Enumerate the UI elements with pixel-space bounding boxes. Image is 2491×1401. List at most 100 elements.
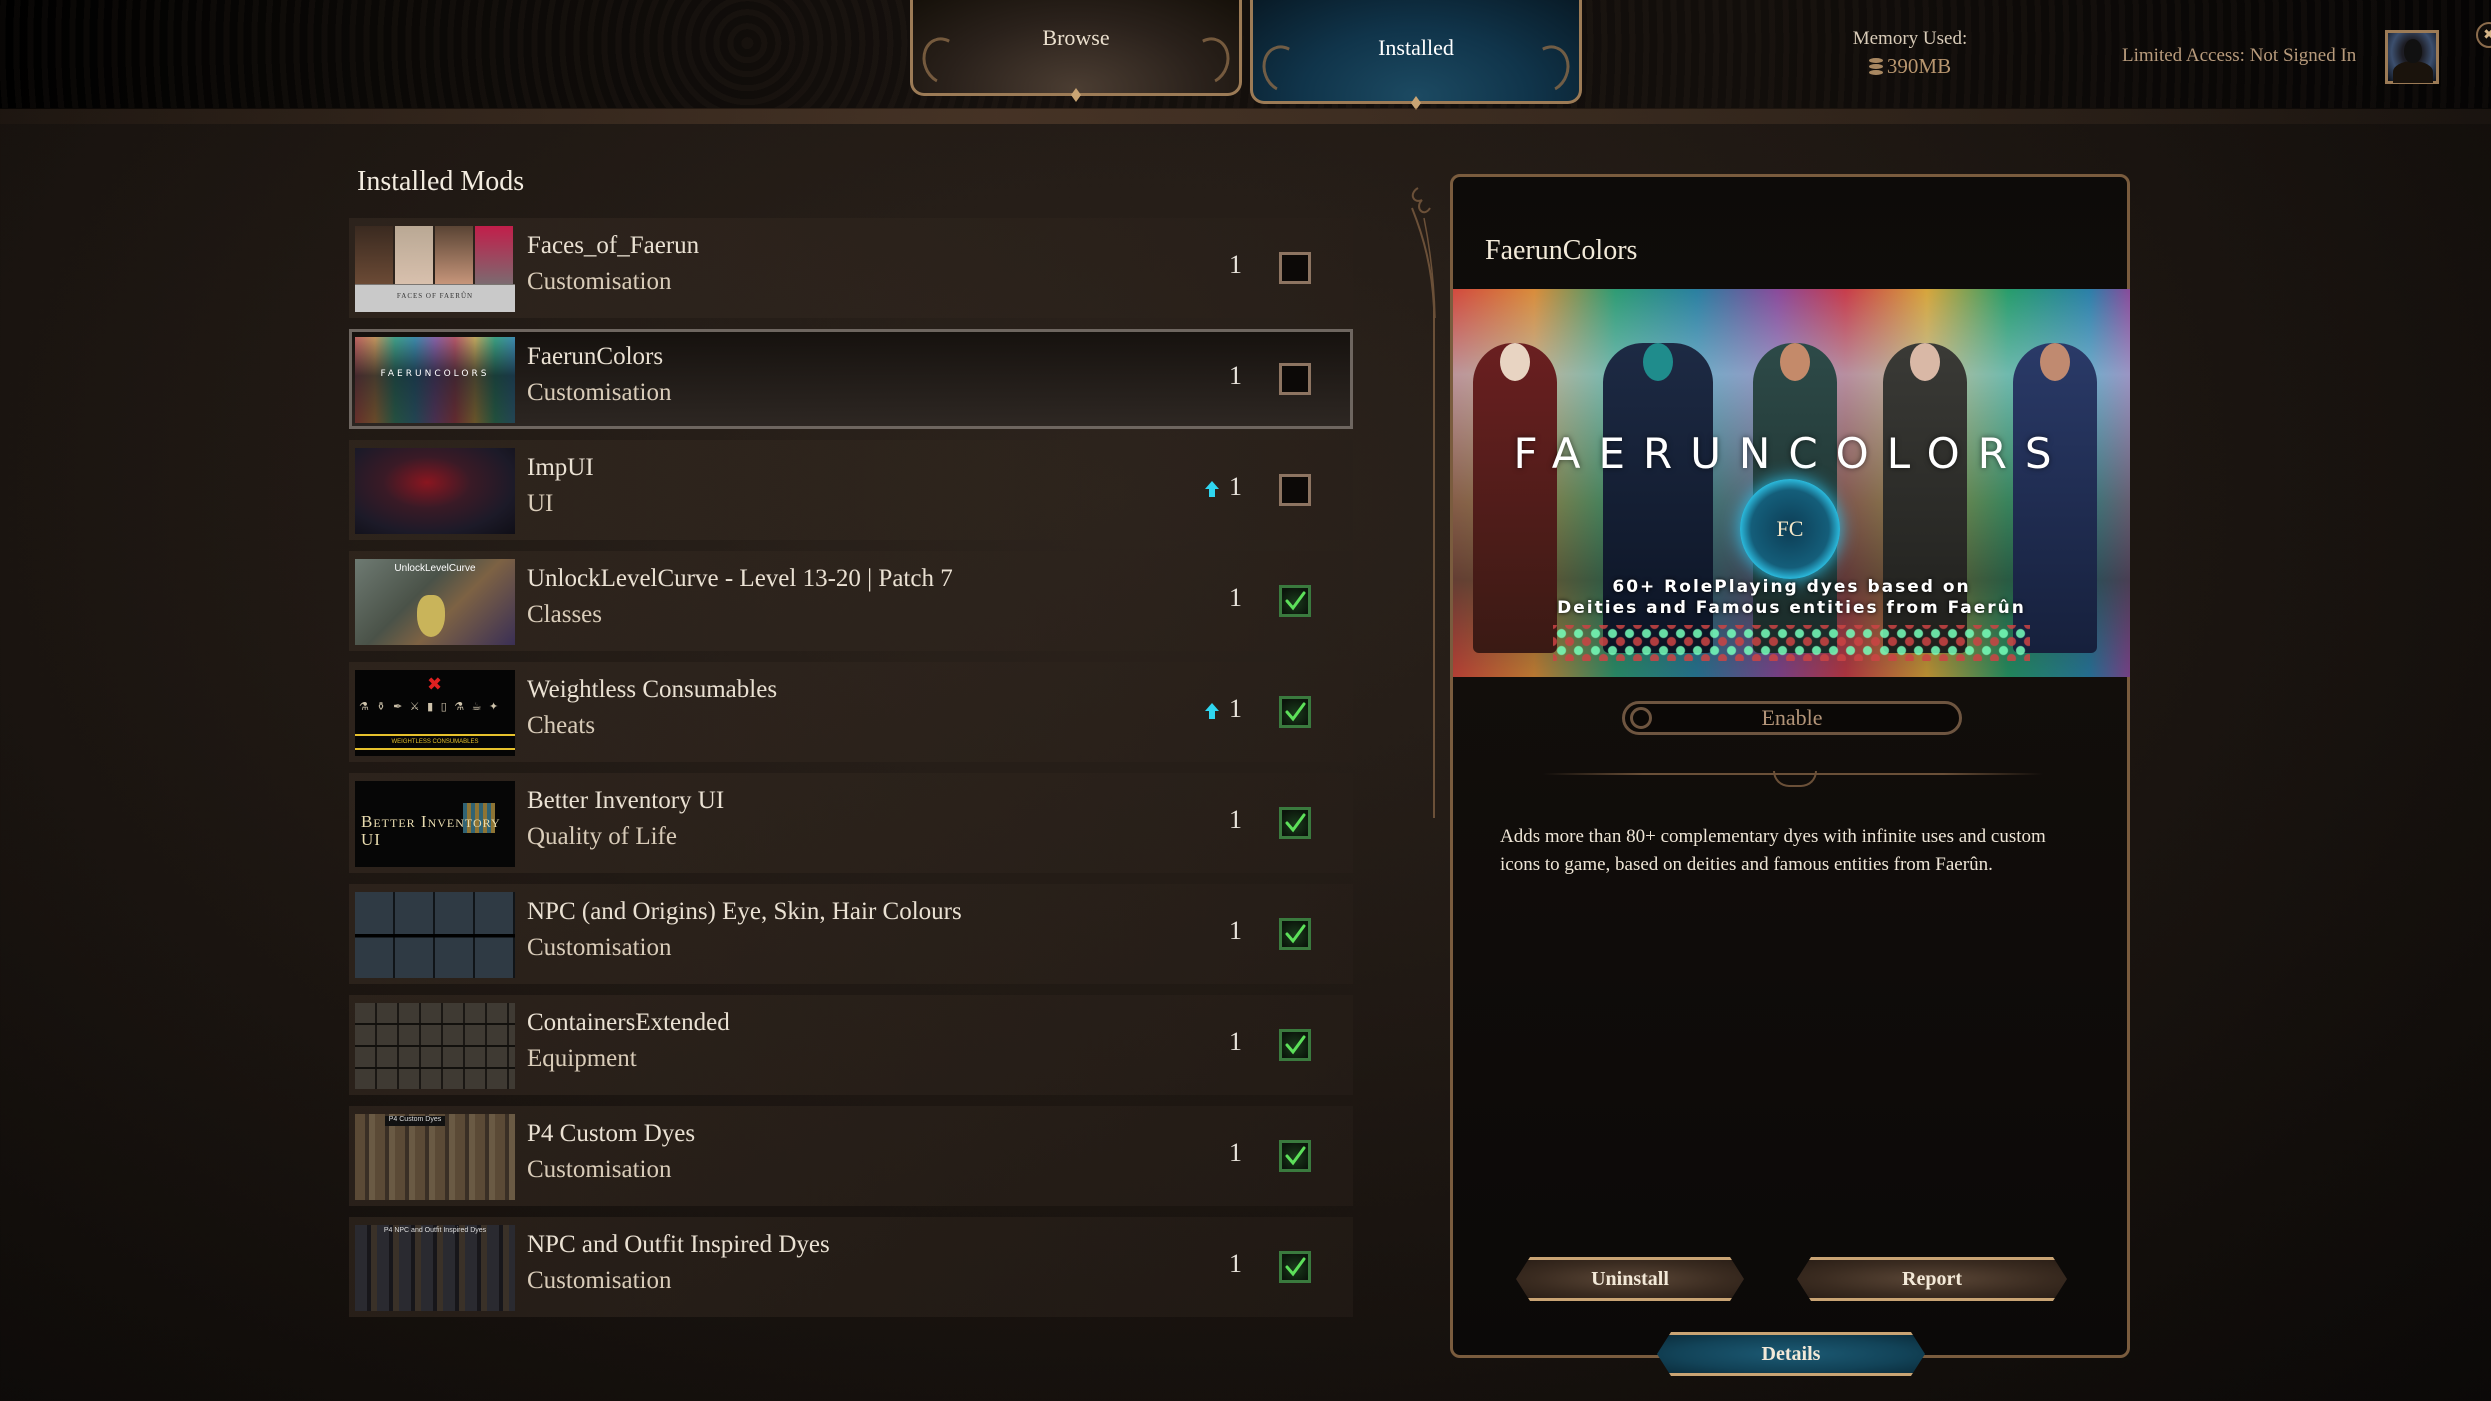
tab-browse-label: Browse [1042, 24, 1110, 50]
mod-version: 1 [1229, 1027, 1242, 1056]
mod-row[interactable]: ContainersExtended Equipment 1 [349, 995, 1353, 1095]
detail-title: FaerunColors [1485, 235, 1638, 266]
enable-label: Enable [1761, 705, 1823, 730]
mod-category: Quality of Life [527, 823, 677, 850]
details-button[interactable]: Details [1657, 1332, 1925, 1376]
checkmark-icon [1285, 702, 1306, 722]
mod-thumbnail: ✖ ⚗ ⚱ ✒ ⚔ ▮ ▯ ⚗ ☕ ✦ WEIGHTLESS CONSUMABL… [355, 670, 515, 756]
mod-name: NPC (and Origins) Eye, Skin, Hair Colour… [527, 898, 962, 925]
memory-label: Memory Used: [1852, 28, 1968, 49]
dye-bottles-icon [1553, 625, 2030, 661]
checkmark-icon [1285, 1257, 1306, 1277]
banner-subtitle: 60+ RolePlaying dyes based on Deities an… [1453, 577, 2130, 619]
mod-description: Adds more than 80+ complementary dyes wi… [1500, 826, 2046, 875]
mod-enable-checkbox[interactable] [1279, 252, 1311, 284]
account-status[interactable]: Limited Access: Not Signed In [2122, 45, 2356, 67]
mod-version: 1 [1229, 583, 1242, 612]
tab-notch-icon [1071, 88, 1081, 102]
checkmark-icon [1285, 1035, 1306, 1055]
top-bar: Browse Installed Memory Used: 390MB Limi… [0, 0, 2491, 110]
memory-usage: Memory Used: 390MB [1830, 28, 1990, 79]
mod-name: NPC and Outfit Inspired Dyes [527, 1231, 830, 1258]
toggle-knob [1630, 707, 1652, 729]
mod-thumbnail [355, 892, 515, 978]
uninstall-button[interactable]: Uninstall [1516, 1257, 1744, 1301]
user-avatar-icon[interactable] [2385, 30, 2439, 84]
mod-row[interactable]: NPC (and Origins) Eye, Skin, Hair Colour… [349, 884, 1353, 984]
mod-enable-checkbox[interactable] [1279, 363, 1311, 395]
checkmark-icon [1285, 591, 1306, 611]
mod-enable-checkbox[interactable] [1279, 1140, 1311, 1172]
compass-logo-icon: FC [1740, 479, 1840, 579]
mod-version: 1 [1229, 472, 1242, 501]
ornament-icon [915, 31, 971, 91]
mod-category: UI [527, 490, 554, 517]
mod-enable-checkbox[interactable] [1279, 1029, 1311, 1061]
enable-toggle[interactable]: Enable [1622, 701, 1962, 735]
mod-name: Weightless Consumables [527, 676, 778, 703]
mod-category: Equipment [527, 1045, 637, 1072]
mod-name: FaerunColors [527, 343, 664, 370]
ornament-icon [1255, 39, 1311, 99]
mod-thumbnail: Better Inventory UI [355, 781, 515, 867]
checkmark-icon [1285, 924, 1306, 944]
mod-enable-checkbox[interactable] [1279, 585, 1311, 617]
banner-subtitle-line: 60+ RolePlaying dyes based on [1612, 577, 1971, 597]
tab-installed[interactable]: Installed [1250, 0, 1582, 110]
checkmark-icon [1285, 813, 1306, 833]
close-icon[interactable]: ✖ [2476, 22, 2491, 48]
mod-row[interactable]: FACES OF FAERÛN Faces_of_Faerun Customis… [349, 218, 1353, 318]
report-button[interactable]: Report [1797, 1257, 2067, 1301]
logo-text: FC [1776, 516, 1804, 541]
mod-version: 1 [1229, 916, 1242, 945]
ornament-icon [1181, 31, 1237, 91]
mod-category: Classes [527, 601, 602, 628]
checkmark-icon [1285, 1146, 1306, 1166]
update-available-icon [1205, 703, 1219, 719]
mod-thumbnail: P4 NPC and Outfit Inspired Dyes [355, 1225, 515, 1311]
mod-category: Customisation [527, 379, 672, 406]
mod-thumbnail: P4 Custom Dyes [355, 1114, 515, 1200]
memory-value-row: 390MB [1830, 54, 1990, 79]
mod-thumbnail: UnlockLevelCurve [355, 559, 515, 645]
mod-category: Customisation [527, 1156, 672, 1183]
mod-version: 1 [1229, 1138, 1242, 1167]
mod-row[interactable]: P4 NPC and Outfit Inspired Dyes NPC and … [349, 1217, 1353, 1317]
section-title: Installed Mods [357, 166, 525, 197]
mod-name: UnlockLevelCurve - Level 13-20 | Patch 7 [527, 565, 953, 592]
mod-row[interactable]: Better Inventory UI Better Inventory UI … [349, 773, 1353, 873]
mod-thumbnail [355, 448, 515, 534]
tab-installed-label: Installed [1378, 34, 1454, 60]
mod-row[interactable]: ImpUI UI 1 [349, 440, 1353, 540]
mod-banner-image: FAERUNCOLORS FC 60+ RolePlaying dyes bas… [1453, 289, 2130, 677]
header-glow [0, 108, 2491, 124]
mod-name: P4 Custom Dyes [527, 1120, 696, 1147]
mod-detail-panel: FaerunColors FAERUNCOLORS FC 60+ RolePla… [1450, 174, 2130, 1358]
panel-ornament-icon [1411, 187, 1436, 818]
mod-thumbnail: FAERUNCOLORS [355, 337, 515, 423]
mod-category: Cheats [527, 712, 596, 739]
mod-version: 1 [1229, 694, 1242, 723]
mod-row[interactable]: UnlockLevelCurve UnlockLevelCurve - Leve… [349, 551, 1353, 651]
mod-version: 1 [1229, 805, 1242, 834]
mod-enable-checkbox[interactable] [1279, 696, 1311, 728]
mod-thumbnail: FACES OF FAERÛN [355, 226, 515, 312]
mod-enable-checkbox[interactable] [1279, 474, 1311, 506]
mod-name: ImpUI [527, 454, 594, 481]
mod-row-selected[interactable]: FAERUNCOLORS FaerunColors Customisation … [349, 329, 1353, 429]
mod-list: FACES OF FAERÛN Faces_of_Faerun Customis… [349, 218, 1353, 1328]
mod-category: Customisation [527, 268, 672, 295]
mod-enable-checkbox[interactable] [1279, 1251, 1311, 1283]
mod-row[interactable]: P4 Custom Dyes P4 Custom Dyes Customisat… [349, 1106, 1353, 1206]
database-icon [1868, 57, 1883, 76]
mod-row[interactable]: ✖ ⚗ ⚱ ✒ ⚔ ▮ ▯ ⚗ ☕ ✦ WEIGHTLESS CONSUMABL… [349, 662, 1353, 762]
mod-enable-checkbox[interactable] [1279, 807, 1311, 839]
memory-value: 390MB [1886, 54, 1952, 78]
mod-version: 1 [1229, 250, 1242, 279]
divider-ornament-icon [1773, 771, 1817, 787]
mod-thumbnail [355, 1003, 515, 1089]
mod-enable-checkbox[interactable] [1279, 918, 1311, 950]
tab-browse[interactable]: Browse [910, 0, 1242, 102]
banner-title: FAERUNCOLORS [1513, 429, 2070, 478]
mod-category: Customisation [527, 1267, 672, 1294]
